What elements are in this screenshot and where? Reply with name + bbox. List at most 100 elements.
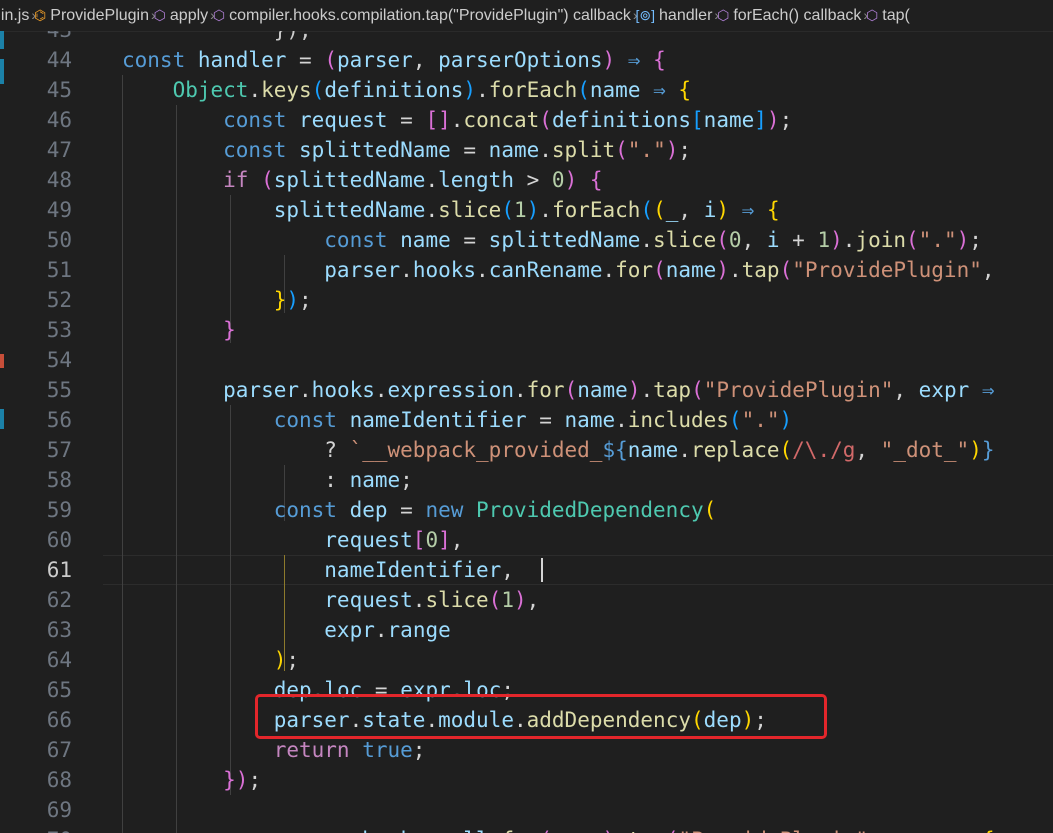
code-token: slice <box>653 228 717 252</box>
code-token: i <box>766 228 780 252</box>
code-token: 1 <box>513 198 527 222</box>
code-token: . <box>425 168 439 192</box>
code-token: "." <box>741 408 780 432</box>
code-token: [ <box>691 108 704 132</box>
code-token: ( <box>716 228 729 252</box>
line-number: 56 <box>46 408 72 432</box>
code-token: ⇒ <box>615 48 654 72</box>
code-token: slice <box>438 198 502 222</box>
breadcrumb-item[interactable]: ⌬ ProvidePlugin <box>34 0 149 31</box>
code-token: . <box>450 108 464 132</box>
breadcrumb-label: gin.js <box>0 7 30 24</box>
code-token: ( <box>779 438 793 462</box>
code-token: ) <box>286 288 300 312</box>
code-token: length <box>438 168 514 192</box>
code-token: . <box>374 618 388 642</box>
code-token: . <box>678 438 691 462</box>
code-token: `__webpack_provided_ <box>349 438 603 462</box>
code-token: } <box>981 438 995 462</box>
code-text: return true; <box>122 735 426 765</box>
method-icon: ⬡ <box>212 7 226 23</box>
code-token: . <box>374 378 388 402</box>
code-token: . <box>476 258 489 282</box>
breadcrumb-label: forEach() callback <box>733 7 862 24</box>
code-token: name <box>552 828 603 833</box>
code-token: . <box>842 228 856 252</box>
code-token: ( <box>324 48 337 72</box>
line-number: 70 <box>0 825 72 833</box>
code-token: . <box>248 78 262 102</box>
code-token: i <box>703 198 717 222</box>
code-token: ( <box>539 108 552 132</box>
breadcrumb-item[interactable]: gin.js <box>0 0 29 31</box>
code-token: forEach <box>551 198 641 222</box>
line-number: 64 <box>46 648 72 672</box>
breadcrumb-item[interactable]: ⬡ compiler.hooks.compilation.tap("Provide… <box>213 0 631 31</box>
code-line: 60 request[0], <box>0 525 1053 555</box>
code-token: parser <box>122 828 350 833</box>
code-token: splittedName <box>273 168 426 192</box>
line-number: 53 <box>46 318 72 342</box>
code-token: , <box>855 438 881 462</box>
code-token: includes <box>627 408 729 432</box>
code-token: name <box>703 108 755 132</box>
code-token: . <box>489 828 502 833</box>
code-token: . <box>640 378 654 402</box>
code-line: 53 } <box>0 315 1053 345</box>
code-token: call <box>438 828 489 833</box>
code-token: name <box>564 408 616 432</box>
line-number: 61 <box>46 558 72 582</box>
code-token: ( <box>779 258 793 282</box>
breadcrumb-item[interactable]: ⬡ apply <box>154 0 209 31</box>
code-token: ] <box>438 528 451 552</box>
code-line: 70 parser.hooks.call.for(name).tap("Prov… <box>0 825 1053 833</box>
code-token: ] <box>754 108 767 132</box>
line-number: 63 <box>46 618 72 642</box>
code-token: range <box>387 618 451 642</box>
line-number: 47 <box>46 138 72 162</box>
breadcrumb-item[interactable]: [⊚] handler <box>636 0 713 31</box>
code-token: return <box>122 738 363 762</box>
code-text: }); <box>122 285 312 315</box>
code-token: ; <box>400 468 413 492</box>
code-line: 55 parser.hooks.expression.for(name).tap… <box>0 375 1053 405</box>
code-token: hooks <box>362 828 425 833</box>
line-number: 52 <box>46 288 72 312</box>
code-token: parser <box>336 48 413 72</box>
code-token: expression <box>387 378 514 402</box>
code-token: expr <box>918 378 970 402</box>
code-token: name <box>577 378 628 402</box>
code-line: 56 const nameIdentifier = name.includes(… <box>0 405 1053 435</box>
code-token: . <box>476 78 489 102</box>
line-number: 46 <box>46 108 72 132</box>
code-token: dep <box>349 498 388 522</box>
code-token: splittedName <box>488 228 641 252</box>
breadcrumb-item[interactable]: ⬡ tap( <box>866 0 910 31</box>
code-token: expr <box>122 618 375 642</box>
code-token: . <box>539 138 552 162</box>
code-line: 45 Object.keys(definitions).forEach(name… <box>0 75 1053 105</box>
breadcrumb-item[interactable]: ⬡ forEach() callback <box>717 0 862 31</box>
code-text: parser.hooks.call.for(name).tap("Provide… <box>122 825 995 833</box>
code-token: , <box>450 528 464 552</box>
code-editor[interactable]: 43 });44const handler = (parser, parserO… <box>0 31 1053 833</box>
code-token: ProvidedDependency <box>476 498 704 522</box>
code-token: const <box>122 498 350 522</box>
code-token: ( <box>666 828 679 833</box>
code-token: { <box>653 48 666 72</box>
breadcrumb-label: apply <box>169 7 209 24</box>
code-token: ; <box>299 288 312 312</box>
code-token: slice <box>425 588 489 612</box>
code-token: ⇒ <box>944 828 982 833</box>
code-token: , <box>412 48 439 72</box>
code-token: = <box>450 138 489 162</box>
code-text: const name = splittedName.slice(0, i + 1… <box>122 225 982 255</box>
code-token: { <box>766 198 780 222</box>
code-line: 61 nameIdentifier, <box>0 555 1053 585</box>
code-token: 0 <box>551 168 565 192</box>
code-token: ) <box>766 108 780 132</box>
code-token: ( <box>703 498 717 522</box>
code-token: ) <box>716 258 729 282</box>
code-token: const <box>122 228 401 252</box>
code-token: ) <box>603 828 616 833</box>
